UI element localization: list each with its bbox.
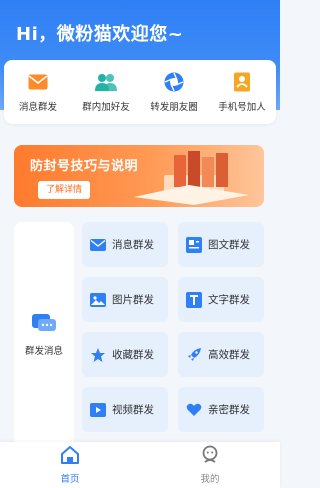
feature-efficient[interactable]: 高效群发 (178, 332, 264, 377)
quick-action-phone-add[interactable]: 手机号加人 (209, 71, 275, 113)
feature-image-text[interactable]: 图文群发 (178, 222, 264, 267)
feature-label: 视频群发 (112, 404, 154, 416)
contact-book-icon (231, 71, 253, 93)
feature-favorites[interactable]: 收藏群发 (82, 332, 168, 377)
bottom-tab-bar: 首页 我的 (0, 442, 280, 488)
feature-text[interactable]: 文字群发 (178, 277, 264, 322)
profile-icon (200, 445, 220, 469)
quick-action-label: 手机号加人 (218, 102, 266, 113)
quick-action-mass-message[interactable]: 消息群发 (5, 71, 71, 113)
feature-label: 亲密群发 (208, 404, 250, 416)
quick-actions-bar: 消息群发 群内加好友 转发朋友圈 手机号加人 (4, 60, 276, 124)
quick-action-forward-moments[interactable]: 转发朋友圈 (141, 71, 207, 113)
tab-mine[interactable]: 我的 (170, 445, 250, 485)
feature-label: 图文群发 (208, 239, 250, 251)
greeting-text: Hi，微粉猫欢迎您~ (16, 24, 184, 45)
feature-mass-message[interactable]: 消息群发 (82, 222, 168, 267)
quick-action-label: 消息群发 (18, 102, 57, 113)
banner-details-button[interactable]: 了解详情 (38, 181, 91, 199)
feature-image[interactable]: 图片群发 (82, 277, 168, 322)
quick-action-group-add-friend[interactable]: 群内加好友 (73, 71, 139, 113)
quick-action-label: 群内加好友 (82, 102, 130, 113)
star-icon (90, 347, 106, 363)
rocket-icon (186, 347, 202, 363)
shutter-circle-icon (163, 71, 185, 93)
video-play-icon (90, 402, 106, 418)
heart-icon (186, 402, 202, 418)
text-t-icon (186, 291, 202, 308)
feature-label: 收藏群发 (112, 349, 154, 361)
banner-title: 防封号技巧与说明 (30, 159, 139, 174)
panel-label: 群发消息 (24, 345, 63, 357)
tab-home[interactable]: 首页 (30, 445, 110, 485)
picture-icon (90, 292, 106, 308)
anti-ban-banner[interactable]: 防封号技巧与说明 了解详情 (14, 145, 264, 207)
feature-video[interactable]: 视频群发 (82, 387, 168, 432)
feature-intimate[interactable]: 亲密群发 (178, 387, 264, 432)
tab-label: 我的 (200, 474, 220, 485)
home-icon (60, 445, 80, 469)
tab-label: 首页 (60, 474, 80, 485)
chat-bubbles-icon (32, 313, 56, 339)
envelope-icon (27, 71, 49, 93)
envelope-icon (90, 237, 106, 253)
feature-label: 消息群发 (112, 239, 154, 251)
group-people-icon (95, 71, 117, 93)
quick-action-label: 转发朋友圈 (150, 102, 198, 113)
feature-label: 图片群发 (112, 294, 154, 306)
image-text-icon (186, 236, 202, 253)
mass-message-panel[interactable]: 群发消息 (14, 222, 74, 447)
feature-label: 文字群发 (208, 294, 250, 306)
feature-label: 高效群发 (208, 349, 250, 361)
